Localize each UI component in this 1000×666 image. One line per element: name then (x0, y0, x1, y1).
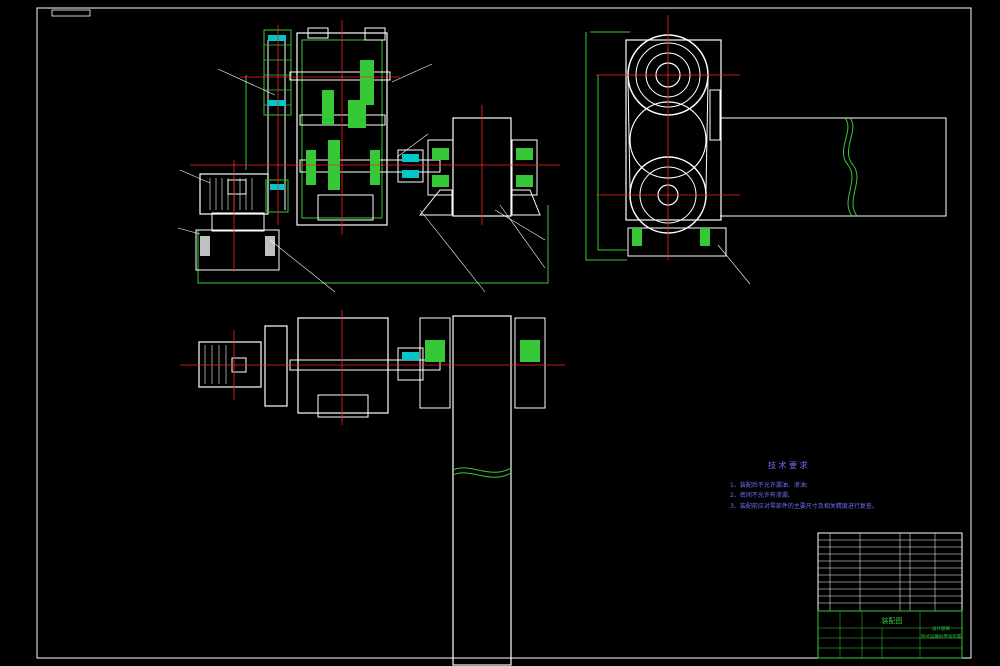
top-bearing-left-hatch (425, 340, 445, 362)
top-view (180, 310, 565, 666)
parts-list-grid (818, 533, 962, 611)
side-foot-right (700, 228, 710, 246)
top-bearing-right (514, 317, 546, 409)
motor-junction-box (227, 179, 247, 195)
tech-requirements: 技 术 要 求 1、装配后不允许漏油、渗油; 2、密闭不允许有渗漏; 3、装配前… (730, 460, 878, 510)
belt-side-right (705, 79, 709, 191)
title-block: 装配图 设计题目 带式运输机传动装置 (817, 532, 963, 659)
title-block-subtitle-2: 带式运输机传动装置 (921, 633, 962, 640)
top-pulley (264, 325, 288, 407)
drawing-code-box (51, 9, 91, 17)
input-shaft (289, 71, 391, 81)
break-line-1 (842, 117, 853, 217)
side-foot-left (632, 228, 642, 246)
belt-tensioner (709, 89, 721, 141)
top-break-line-1 (452, 467, 512, 473)
top-bearing-left (419, 317, 451, 409)
title-block-subtitle-1: 设计题目 (932, 625, 950, 632)
tech-req-item-2: 2、密闭不允许有渗漏; (730, 491, 790, 499)
cad-drawing-canvas: 技 术 要 求 1、装配后不允许漏油、渗油; 2、密闭不允许有渗漏; 3、装配前… (36, 7, 972, 666)
bearing-right-hatch-1 (516, 148, 533, 160)
tech-req-item-3: 3、装配前应对零部件的主要尺寸及相关精度进行复查。 (730, 502, 878, 510)
belt-side-left (627, 79, 631, 191)
tech-req-title: 技 术 要 求 (768, 460, 808, 470)
side-leader (717, 244, 751, 285)
motor-foot-left (200, 236, 210, 256)
gear-4 (360, 60, 374, 105)
top-coupling-hatch (402, 352, 419, 360)
top-motor-fins (204, 345, 227, 384)
top-gearbox (297, 317, 389, 414)
bearing-right-hatch-2 (516, 175, 533, 187)
pulley-hatch-2 (268, 100, 286, 106)
front-view (177, 20, 560, 293)
bearing-left-hatch-2 (432, 175, 449, 187)
intermediate-shaft (299, 114, 386, 126)
title-block-name: 装配图 (882, 616, 903, 625)
pulley-hatch-1 (268, 35, 286, 41)
drum-support-right (511, 189, 541, 216)
bearing-1 (306, 150, 316, 185)
parts-list-frame (817, 532, 963, 612)
bearing-left-hatch-1 (432, 148, 449, 160)
side-frame-outer (585, 32, 627, 261)
motor-foot-right (265, 236, 275, 256)
gearbox-oil-sump (317, 194, 374, 221)
top-motor (198, 341, 262, 388)
tech-req-item-1: 1、装配后不允许漏油、渗油; (730, 481, 808, 489)
side-view (585, 15, 947, 285)
drum-support-left (418, 189, 453, 216)
gear-1 (322, 90, 334, 125)
bearing-2 (370, 150, 380, 185)
top-drum-belt (452, 315, 512, 666)
top-gearbox-lower (317, 394, 369, 418)
side-frame-inner (597, 75, 627, 251)
motor-mount (211, 212, 265, 232)
conveyor-belt (720, 117, 947, 217)
gearbox-cap-right (364, 27, 386, 41)
small-pulley-hatch (270, 184, 284, 190)
coupling-hatch-top (402, 154, 419, 162)
top-break-line-2 (452, 472, 512, 478)
top-bearing-right-hatch (520, 340, 540, 362)
drawing-border (36, 7, 972, 659)
coupling-hatch-bottom (402, 170, 419, 178)
